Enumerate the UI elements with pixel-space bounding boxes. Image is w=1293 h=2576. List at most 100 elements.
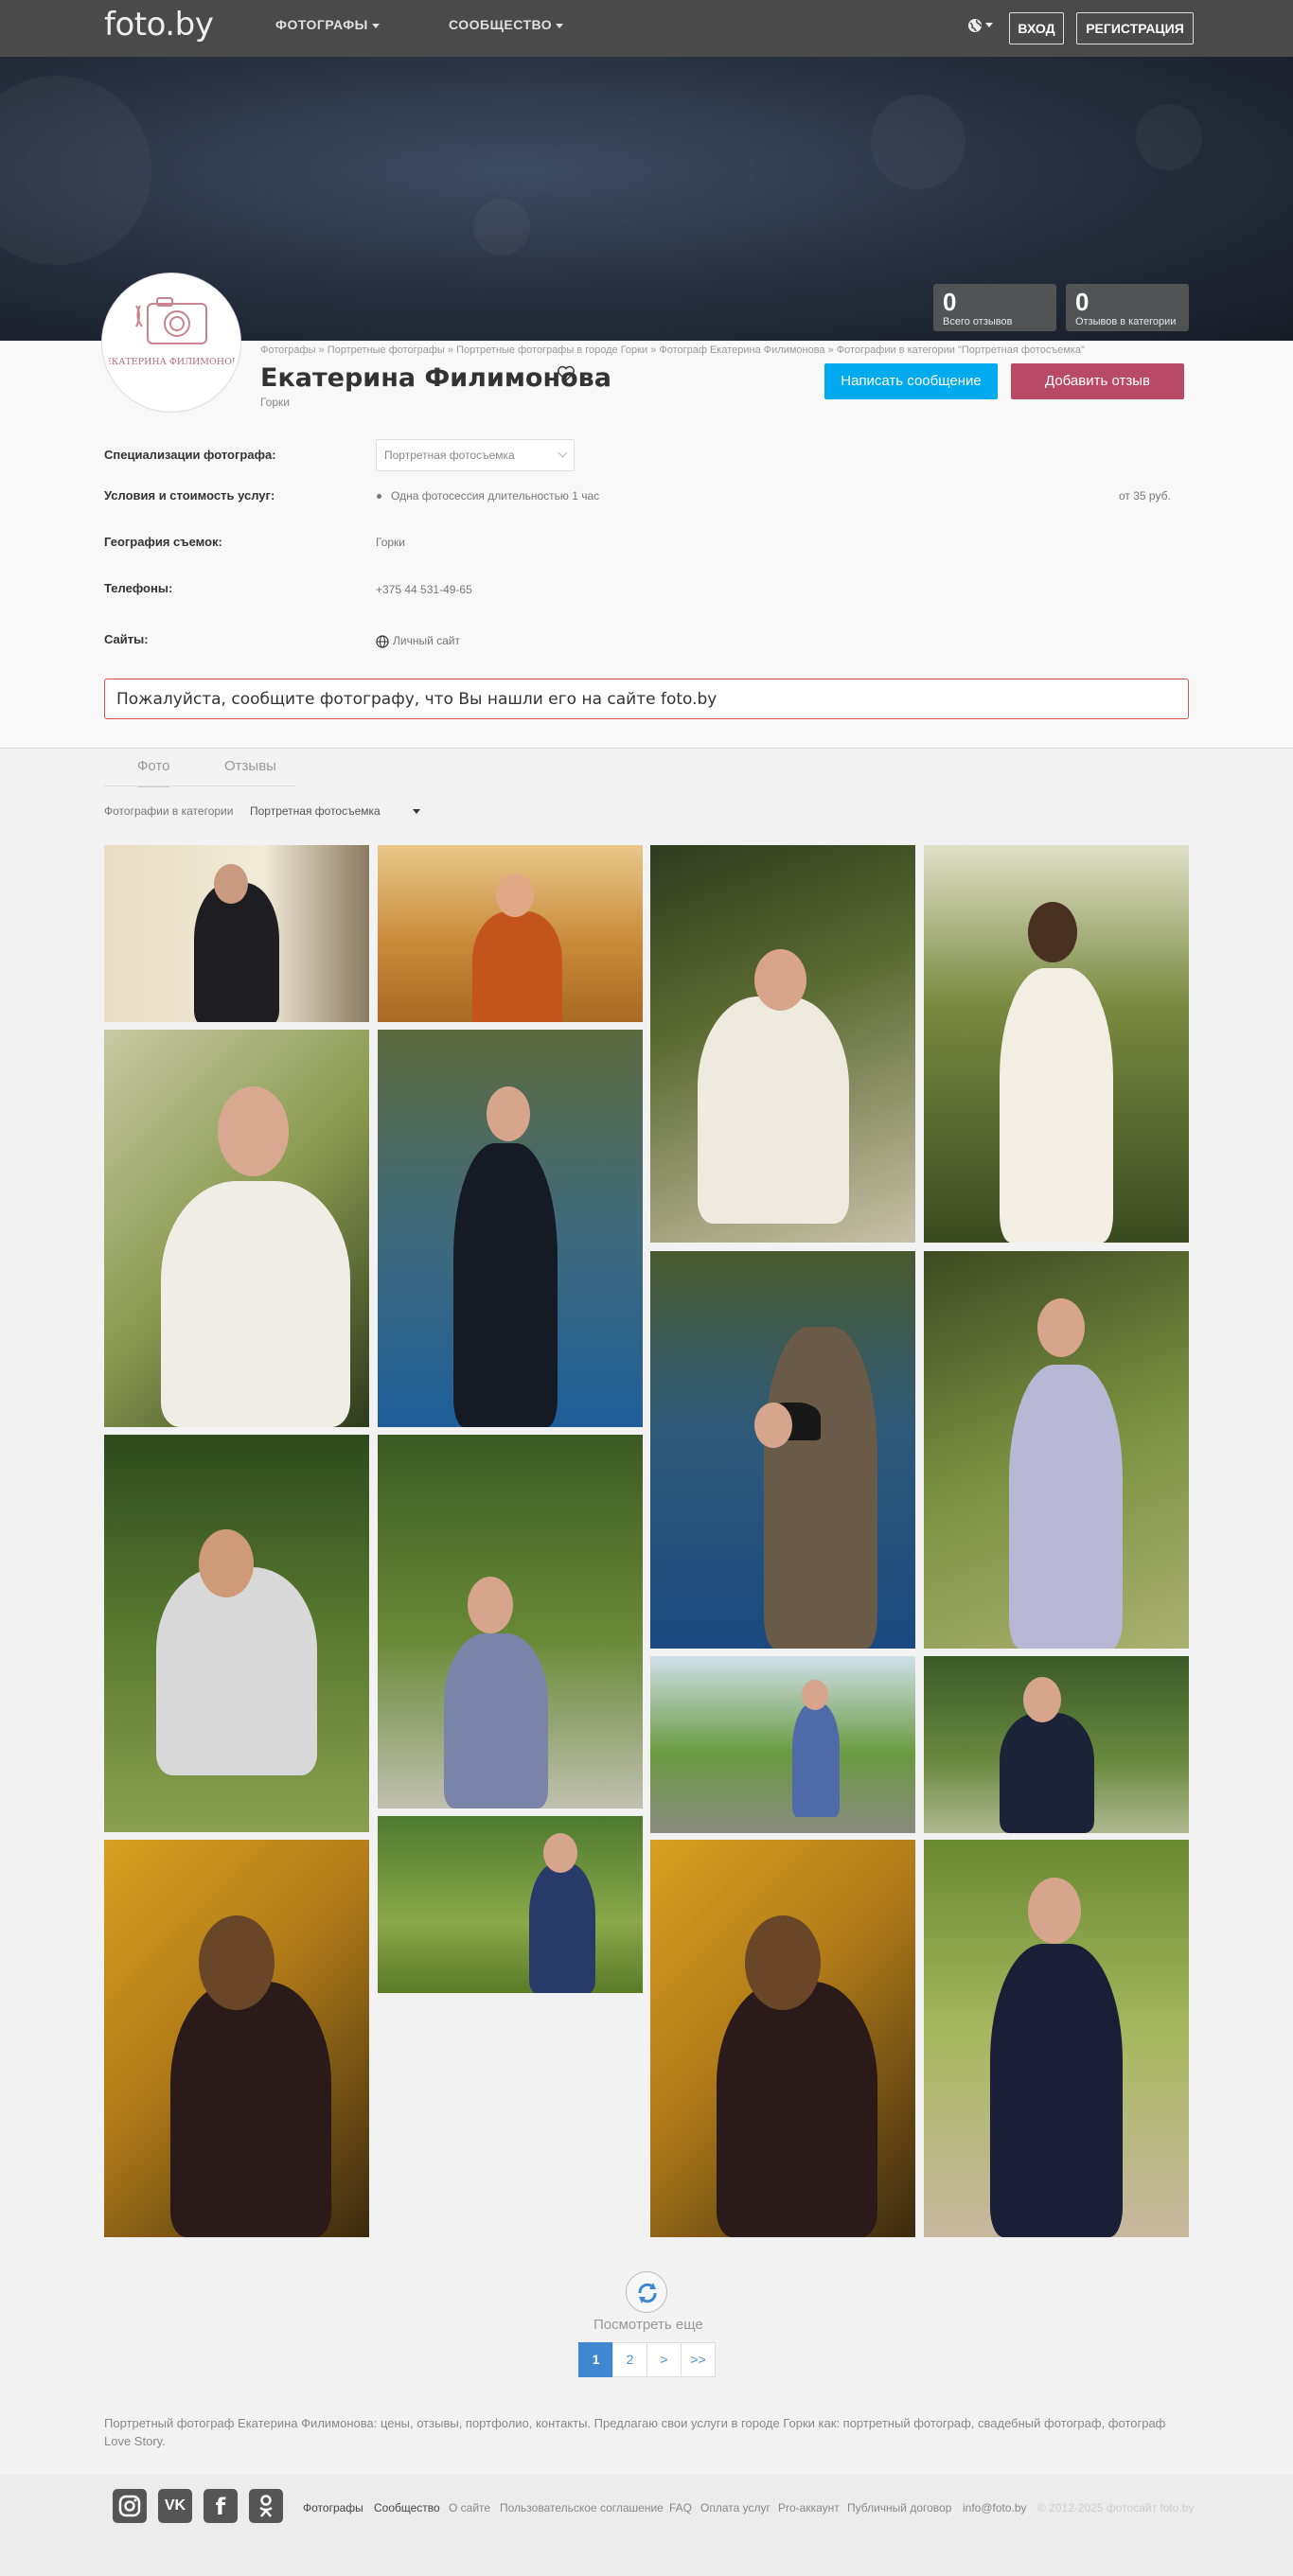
bullet-icon — [377, 494, 381, 500]
photo-thumbnail[interactable] — [650, 1840, 915, 2237]
footer-link-photographers[interactable]: Фотографы — [303, 2501, 363, 2514]
photo-subject — [214, 864, 248, 904]
geo-value: Горки — [376, 536, 405, 549]
photo-subject — [156, 1567, 317, 1775]
photo-thumbnail[interactable] — [650, 1251, 915, 1649]
stat-category-reviews[interactable]: 0 Отзывов в категории — [1066, 284, 1189, 331]
phone-value[interactable]: +375 44 531-49-65 — [376, 583, 472, 596]
photo-subject — [717, 1982, 877, 2237]
add-review-button[interactable]: Добавить отзыв — [1011, 363, 1184, 399]
phones-label: Телефоны: — [104, 581, 173, 595]
photo-thumbnail[interactable] — [924, 845, 1189, 1243]
globe-icon — [376, 635, 389, 648]
stat-label: Всего отзывов — [943, 316, 1013, 327]
photo-thumbnail[interactable] — [924, 1251, 1189, 1649]
photo-subject — [1028, 902, 1077, 962]
photo-thumbnail[interactable] — [924, 1656, 1189, 1833]
nav-community[interactable]: СООБЩЕСТВО — [449, 17, 564, 32]
vk-icon[interactable]: VK — [158, 2489, 192, 2523]
photo-subject — [1023, 1677, 1061, 1722]
site-link-text: Личный сайт — [393, 634, 460, 647]
stat-label: Отзывов в категории — [1075, 316, 1177, 327]
page-next[interactable]: > — [646, 2342, 682, 2377]
chevron-down-icon — [985, 23, 993, 28]
load-more-label[interactable]: Посмотреть еще — [593, 2317, 703, 2333]
refresh-icon — [638, 2283, 657, 2303]
photo-subject — [199, 1915, 275, 2010]
photo-subject — [199, 1529, 254, 1597]
photo-subject — [468, 1577, 513, 1633]
photo-subject — [764, 1327, 877, 1649]
page: foto.by ФОТОГРАФЫ СООБЩЕСТВО ВХОД РЕГИСТ… — [0, 0, 1293, 2576]
photo-thumbnail[interactable] — [378, 1816, 643, 1993]
odnoklassniki-icon[interactable] — [249, 2489, 283, 2523]
category-select[interactable]: Портретная фотосъемка — [250, 804, 420, 818]
specialization-label: Специализации фотографа: — [104, 448, 276, 462]
photo-subject — [1009, 1365, 1123, 1649]
footer-link-terms[interactable]: Пользовательское соглашение — [500, 2501, 664, 2514]
footer-link-payment[interactable]: Оплата услуг — [700, 2501, 770, 2514]
photo-subject — [487, 1086, 530, 1141]
photo-subject — [218, 1086, 289, 1176]
copyright: © 2012-2025 фотосайт foto.by — [1037, 2501, 1195, 2514]
page-last[interactable]: >> — [681, 2342, 716, 2377]
photo-thumbnail[interactable] — [378, 845, 643, 1022]
photo-subject — [194, 883, 279, 1022]
tabs-underline — [104, 785, 296, 786]
footer-link-pro[interactable]: Pro-аккаунт — [778, 2501, 840, 2514]
chevron-down-icon — [558, 448, 568, 458]
page-2[interactable]: 2 — [612, 2342, 647, 2377]
specialization-value: Портретная фотосъемка — [384, 449, 515, 462]
photo-thumbnail[interactable] — [104, 1030, 369, 1427]
nav-photographers-label: ФОТОГРАФЫ — [275, 17, 368, 32]
avatar-text: ЕКАТЕРИНА ФИЛИМОНОВА — [106, 357, 240, 367]
photo-subject — [170, 1982, 331, 2237]
photo-subject — [745, 1915, 821, 2010]
breadcrumb[interactable]: Фотографы » Портретные фотографы » Портр… — [260, 344, 1085, 356]
photo-thumbnail[interactable] — [104, 1840, 369, 2237]
service-item-text: Одна фотосессия длительностью 1 час — [391, 489, 600, 503]
globe-icon — [968, 18, 982, 32]
photo-subject — [1028, 1878, 1081, 1944]
footer-link-faq[interactable]: FAQ — [669, 2501, 692, 2514]
register-button[interactable]: РЕГИСТРАЦИЯ — [1076, 12, 1194, 44]
photo-thumbnail[interactable] — [378, 1030, 643, 1427]
footer-link-contract[interactable]: Публичный договор — [847, 2501, 951, 2514]
photo-thumbnail[interactable] — [378, 1435, 643, 1808]
load-more-button[interactable] — [626, 2271, 667, 2313]
footer-link-email[interactable]: info@foto.by — [963, 2501, 1027, 2514]
photo-thumbnail[interactable] — [924, 1840, 1189, 2237]
photo-thumbnail[interactable] — [650, 1656, 915, 1833]
photo-subject — [698, 997, 849, 1224]
services-label: Условия и стоимость услуг: — [104, 488, 275, 503]
heart-icon[interactable] — [557, 365, 576, 382]
specialization-select[interactable]: Портретная фотосъемка — [376, 439, 575, 471]
avatar[interactable]: ЕКАТЕРИНА ФИЛИМОНОВА — [102, 273, 240, 412]
tab-photo[interactable]: Фото — [137, 758, 170, 787]
chevron-down-icon — [371, 23, 380, 28]
language-selector[interactable] — [967, 17, 993, 34]
photo-subject — [1037, 1298, 1085, 1357]
facebook-icon[interactable]: f — [204, 2489, 238, 2523]
photo-subject — [472, 911, 562, 1022]
write-message-button[interactable]: Написать сообщение — [824, 363, 998, 399]
login-button[interactable]: ВХОД — [1009, 12, 1064, 44]
site-logo[interactable]: foto.by — [104, 6, 214, 44]
tab-reviews[interactable]: Отзывы — [224, 758, 276, 785]
nav-community-label: СООБЩЕСТВО — [449, 17, 553, 32]
photo-thumbnail[interactable] — [650, 845, 915, 1243]
cover-decoration — [871, 95, 965, 189]
page-1[interactable]: 1 — [578, 2342, 613, 2377]
footer-link-about[interactable]: О сайте — [449, 2501, 490, 2514]
chevron-down-icon — [556, 23, 564, 28]
instagram-icon[interactable] — [113, 2489, 147, 2523]
photo-thumbnail[interactable] — [104, 1435, 369, 1832]
service-item: Одна фотосессия длительностью 1 час — [377, 489, 599, 503]
photo-thumbnail[interactable] — [104, 845, 369, 1022]
photo-subject — [453, 1143, 558, 1427]
nav-photographers[interactable]: ФОТОГРАФЫ — [275, 17, 380, 32]
stat-total-reviews[interactable]: 0 Всего отзывов — [933, 284, 1056, 331]
photo-subject — [1000, 968, 1113, 1243]
footer-link-community[interactable]: Сообщество — [374, 2501, 440, 2514]
personal-site-link[interactable]: Личный сайт — [376, 634, 460, 648]
